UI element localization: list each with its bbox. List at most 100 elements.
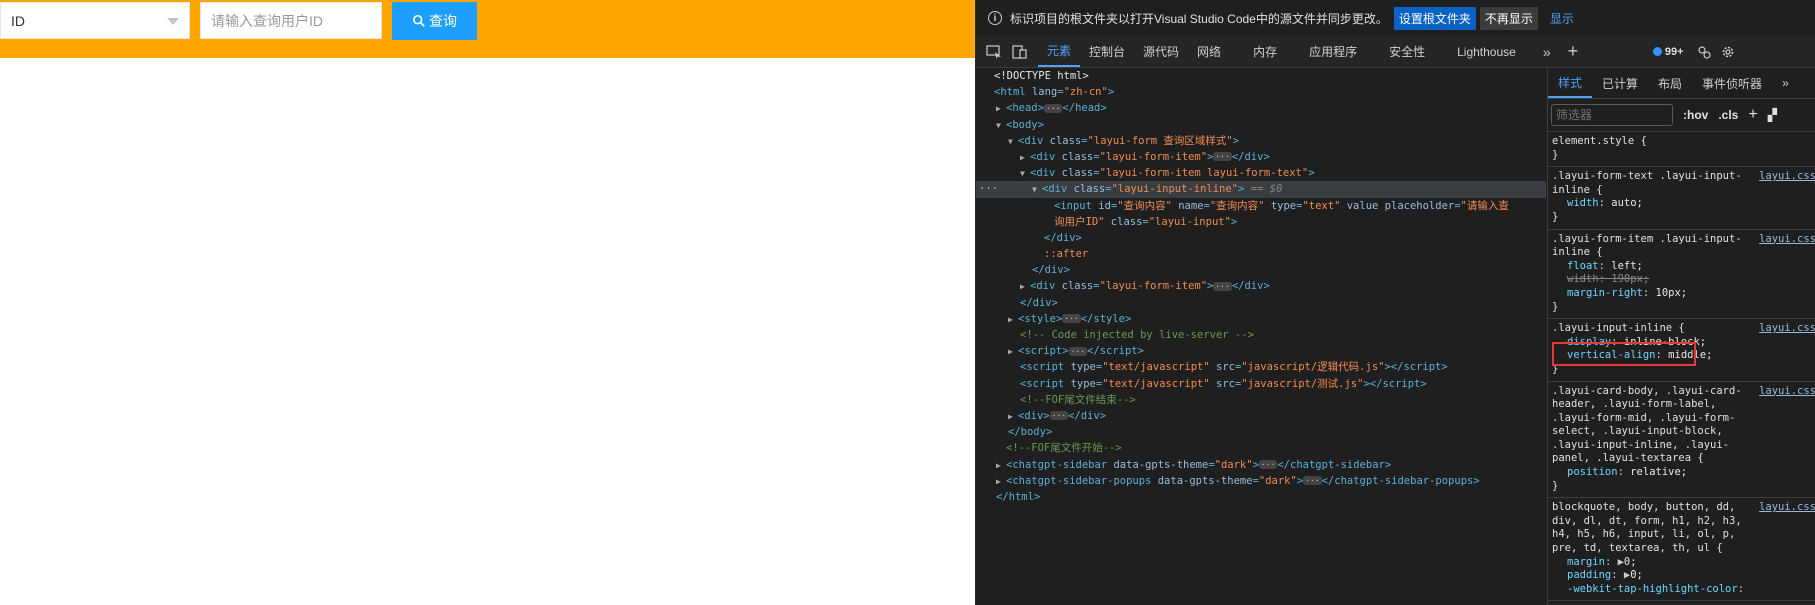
dom-line[interactable]: <!--FOF尾文件结束--> (976, 392, 1546, 408)
styles-pane: 样式 已计算 布局 事件侦听器 » :hov .cls + ▞ element.… (1547, 68, 1815, 605)
dom-line[interactable]: </div> (976, 230, 1546, 246)
dom-line[interactable]: <!-- Code injected by live-server --> (976, 327, 1546, 343)
style-rule: layui.css .layui-card-body, .layui-card-… (1548, 382, 1815, 499)
dom-line[interactable]: ▶ <script> ··· </script> (976, 343, 1546, 359)
query-button-label: 查询 (429, 13, 457, 29)
devtools-tabbar: 元素 控制台 源代码 网络 内存 应用程序 安全性 Lighthouse » +… (976, 36, 1815, 68)
expand-icon: ▶ (996, 460, 1001, 470)
style-declaration[interactable]: display: inline-block; (1552, 336, 1813, 350)
style-declaration[interactable]: position: relative; (1552, 466, 1813, 480)
expand-icon: ▶ (1008, 314, 1013, 324)
add-tab-icon[interactable]: + (1565, 41, 1581, 61)
collapse-icon: ▼ (1008, 136, 1013, 146)
device-toolbar-icon[interactable] (1012, 44, 1028, 60)
infobar-show-link[interactable]: 显示 (1550, 10, 1574, 27)
dont-show-again-button[interactable]: 不再显示 (1479, 6, 1538, 30)
more-tabs-icon[interactable]: » (1772, 68, 1799, 98)
style-declaration[interactable]: margin-right: 10px; (1552, 287, 1813, 301)
paint-icon[interactable]: ▞ (1768, 108, 1777, 122)
expand-icon: ▶ (1008, 411, 1013, 421)
collapse-icon: ▼ (996, 120, 1001, 130)
tab-security[interactable]: 安全性 (1380, 36, 1434, 67)
dom-line-selected[interactable]: ··· ▼ <div class="layui-input-inline"> == … (976, 181, 1546, 198)
more-options-icon: ··· (979, 183, 998, 196)
issues-badge[interactable]: 99+ (1652, 45, 1684, 58)
source-link[interactable]: layui.css (1759, 233, 1815, 247)
source-link[interactable]: layui.css (1759, 385, 1815, 399)
more-tabs-icon[interactable]: » (1539, 44, 1555, 60)
dom-line[interactable]: <html lang="zh-cn"> (976, 84, 1546, 100)
style-rule: layui.css .layui-input-inline { display:… (1548, 319, 1815, 382)
styles-filter-input[interactable] (1551, 104, 1673, 126)
style-declaration[interactable]: -webkit-tap-highlight-color: (1552, 583, 1813, 597)
dom-line[interactable]: <script type="text/javascript" src="java… (976, 359, 1546, 375)
dom-line[interactable]: ▶ <chatgpt-sidebar data-gpts-theme="dark"… (976, 457, 1546, 473)
style-declaration[interactable]: vertical-align: middle; (1552, 349, 1813, 363)
dom-line[interactable]: ▶ <div class="layui-form-item"> ··· </div> (976, 278, 1546, 294)
dom-line[interactable]: <script type="text/javascript" src="java… (976, 376, 1546, 392)
set-root-folder-button[interactable]: 设置根文件夹 (1393, 6, 1476, 30)
id-select[interactable]: ID (0, 2, 190, 39)
style-declaration[interactable]: width: auto; (1552, 197, 1813, 211)
dom-line[interactable]: ▶ <style> ··· </style> (976, 311, 1546, 327)
filter-row: :hov .cls + ▞ (1548, 99, 1815, 132)
dom-line[interactable]: </body> (976, 424, 1546, 440)
gear-icon[interactable] (1720, 44, 1736, 60)
tab-sources[interactable]: 源代码 (1134, 36, 1188, 67)
expand-icon: ▶ (996, 104, 1001, 114)
dom-line[interactable]: <!--FOF尾文件开始--> (976, 440, 1546, 456)
tab-network[interactable]: 网络 (1188, 36, 1230, 67)
collapse-icon: ▼ (1032, 185, 1037, 195)
chevron-down-icon (167, 18, 179, 25)
style-declaration[interactable]: float: left; (1552, 260, 1813, 274)
dom-line[interactable]: ▼ <div class="layui-form-item layui-form-… (976, 165, 1546, 181)
dom-line[interactable]: ::after (976, 246, 1546, 262)
source-link[interactable]: layui.css (1759, 501, 1815, 515)
dom-line[interactable]: ▶ <div class="layui-form-item"> ··· </div> (976, 149, 1546, 165)
devtools-panel: i 标识项目的根文件夹以打开Visual Studio Code中的源文件并同步… (976, 0, 1815, 605)
search-input[interactable] (200, 2, 382, 39)
style-declaration-overridden[interactable]: width: 190px; (1552, 273, 1813, 287)
dom-line[interactable]: 询用户ID" class="layui-input"> (976, 214, 1546, 230)
elements-tree: <!DOCTYPE html> <html lang="zh-cn"> ▶ <he… (976, 68, 1546, 605)
infobar: i 标识项目的根文件夹以打开Visual Studio Code中的源文件并同步… (976, 0, 1815, 37)
dom-line[interactable]: ▶ <head> ··· </head> (976, 100, 1546, 116)
source-link[interactable]: layui.css (1759, 170, 1815, 184)
page-preview: ID 查询 (0, 0, 975, 605)
tab-lighthouse[interactable]: Lighthouse (1448, 36, 1525, 67)
dom-line[interactable]: ▶ <div> ··· </div> (976, 408, 1546, 424)
dom-line[interactable]: </div> (976, 262, 1546, 278)
tab-computed[interactable]: 已计算 (1592, 68, 1648, 98)
tab-styles[interactable]: 样式 (1548, 68, 1593, 98)
dom-line[interactable]: <!DOCTYPE html> (976, 68, 1546, 84)
dom-line[interactable]: ▼ <body> (976, 117, 1546, 133)
style-rule: layui.css .layui-form-text .layui-input-… (1548, 167, 1815, 230)
dom-line[interactable]: </html> (976, 489, 1546, 505)
styles-tabbar: 样式 已计算 布局 事件侦听器 » (1548, 68, 1815, 99)
dom-line[interactable]: </div> (976, 295, 1546, 311)
dom-line[interactable]: ▶ <chatgpt-sidebar-popups data-gpts-theme… (976, 473, 1546, 489)
dom-line[interactable]: ▼ <div class="layui-form 查询区域样式"> (976, 133, 1546, 149)
source-link[interactable]: layui.css (1759, 322, 1815, 336)
style-rule: layui.css .layui-form-item .layui-input-… (1548, 230, 1815, 320)
tab-layout[interactable]: 布局 (1648, 68, 1692, 98)
tab-memory[interactable]: 内存 (1244, 36, 1286, 67)
expand-icon: ▶ (996, 476, 1001, 486)
tab-console[interactable]: 控制台 (1080, 36, 1134, 67)
new-rule-icon[interactable]: + (1748, 106, 1757, 124)
query-button[interactable]: 查询 (392, 2, 477, 40)
style-rule: element.style { } (1548, 132, 1815, 168)
customize-icon[interactable] (1696, 44, 1712, 60)
dom-line[interactable]: <input id="查询内容" name="查询内容" type="text"… (976, 198, 1546, 214)
inspect-element-icon[interactable] (986, 44, 1002, 60)
hov-toggle[interactable]: :hov (1683, 108, 1708, 122)
tab-application[interactable]: 应用程序 (1300, 36, 1366, 67)
style-declaration[interactable]: padding: ▶0; (1552, 569, 1813, 583)
expand-icon: ▶ (1008, 347, 1013, 357)
tab-event-listeners[interactable]: 事件侦听器 (1692, 68, 1772, 98)
tab-elements[interactable]: 元素 (1038, 36, 1081, 67)
infobar-text: 标识项目的根文件夹以打开Visual Studio Code中的源文件并同步更改… (1010, 11, 1388, 26)
issues-count: 99+ (1664, 45, 1684, 58)
style-declaration[interactable]: margin: ▶0; (1552, 556, 1813, 570)
cls-toggle[interactable]: .cls (1718, 108, 1738, 122)
